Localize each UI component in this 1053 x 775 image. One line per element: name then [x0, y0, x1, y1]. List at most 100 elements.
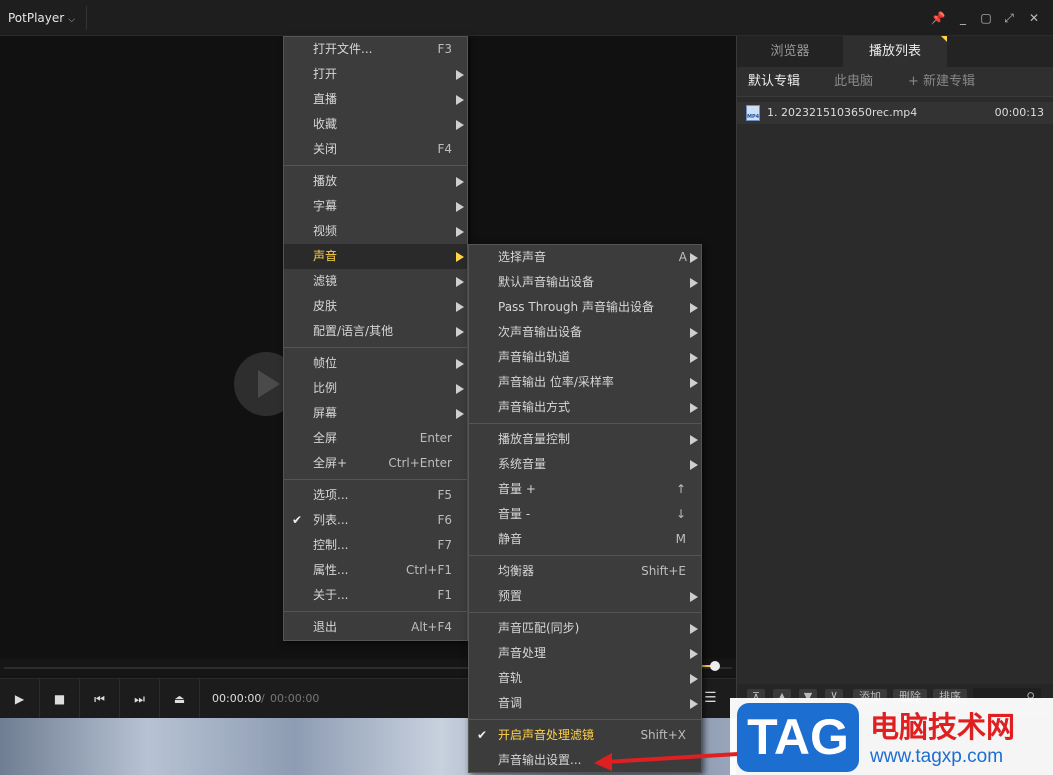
menu-item[interactable]: 视频: [284, 219, 467, 244]
menu-item-label: 打开文件...: [313, 42, 373, 56]
playlist-item-name: 1. 2023215103650rec.mp4: [767, 106, 918, 119]
menu-item[interactable]: 播放: [284, 169, 467, 194]
menu-item[interactable]: 退出 Alt+F4: [284, 615, 467, 640]
menu-item[interactable]: 滤镜: [284, 269, 467, 294]
sound-menu-item[interactable]: 音轨: [469, 666, 701, 691]
menu-item-shortcut: F7: [437, 538, 452, 552]
submenu-arrow-icon: [690, 353, 698, 363]
submenu-arrow-icon: [690, 460, 698, 470]
menu-item[interactable]: 配置/语言/其他: [284, 319, 467, 344]
submenu-arrow-icon: [456, 202, 464, 212]
submenu-arrow-icon: [690, 403, 698, 413]
menu-item-shortcut: F3: [437, 42, 452, 56]
pin-icon[interactable]: 📌: [930, 10, 946, 26]
menu-item[interactable]: 全屏+ Ctrl+Enter: [284, 451, 467, 476]
menu-item[interactable]: 比例: [284, 376, 467, 401]
sound-menu-item[interactable]: 声音输出轨道: [469, 345, 701, 370]
sound-menu-item[interactable]: 音量 - ↓: [469, 502, 701, 527]
menu-item[interactable]: 选项... F5: [284, 483, 467, 508]
tab-playlist-label: 播放列表: [868, 44, 921, 59]
sound-menu-item-shortcut: A: [678, 250, 687, 264]
menu-item[interactable]: 收藏: [284, 112, 467, 137]
watermark-title: 电脑技术网: [870, 710, 1016, 744]
sound-menu-item-label: 音量 +: [498, 482, 536, 496]
panel-tabs: 浏览器 播放列表: [737, 36, 1053, 67]
sound-menu-item[interactable]: 默认声音输出设备: [469, 270, 701, 295]
submenu-arrow-icon: [690, 328, 698, 338]
volume-slider-knob[interactable]: [710, 661, 720, 671]
eject-button[interactable]: ⏏: [160, 679, 200, 719]
sound-menu-item-label: 次声音输出设备: [498, 325, 583, 339]
new-album-button[interactable]: + 新建专辑: [908, 67, 975, 97]
menu-item[interactable]: 控制... F7: [284, 533, 467, 558]
next-button[interactable]: ⏭: [120, 679, 160, 719]
minimize-button[interactable]: _: [955, 10, 971, 26]
submenu-arrow-icon: [456, 252, 464, 262]
menu-item-shortcut: F4: [437, 142, 452, 156]
time-total: 00:00:00: [270, 692, 320, 705]
menu-item[interactable]: 直播: [284, 87, 467, 112]
menu-separator: [469, 423, 701, 424]
submenu-arrow-icon: [456, 120, 464, 130]
sound-menu-item[interactable]: 次声音输出设备: [469, 320, 701, 345]
sound-menu-item[interactable]: 静音 M: [469, 527, 701, 552]
time-separator: /: [261, 692, 265, 705]
menu-item[interactable]: 字幕: [284, 194, 467, 219]
sound-menu-item[interactable]: 声音输出方式: [469, 395, 701, 420]
tab-this-pc[interactable]: 此电脑: [834, 67, 873, 97]
sound-menu-item[interactable]: 声音匹配(同步): [469, 616, 701, 641]
menu-item[interactable]: 声音: [284, 244, 467, 269]
sound-menu-item[interactable]: 选择声音 A: [469, 245, 701, 270]
app-menu-button[interactable]: PotPlayer ⌵: [8, 11, 75, 25]
menu-item[interactable]: 打开文件... F3: [284, 37, 467, 62]
sound-menu-item[interactable]: 音量 + ↑: [469, 477, 701, 502]
sound-submenu: 选择声音 A 默认声音输出设备 Pass Through 声音输出设备 次声音输出设备声…: [468, 244, 702, 773]
menu-item[interactable]: 关于... F1: [284, 583, 467, 608]
fullscreen-button[interactable]: ⤢: [1001, 10, 1017, 26]
playlist-item-duration: 00:00:13: [994, 106, 1044, 119]
tab-browser[interactable]: 浏览器: [737, 36, 843, 67]
menu-item[interactable]: 属性... Ctrl+F1: [284, 558, 467, 583]
previous-button[interactable]: ⏮: [80, 679, 120, 719]
submenu-arrow-icon: [690, 278, 698, 288]
tab-playlist[interactable]: 播放列表: [843, 36, 947, 67]
menu-item-label: 比例: [313, 381, 338, 395]
menu-item[interactable]: 皮肤: [284, 294, 467, 319]
menu-item[interactable]: 关闭 F4: [284, 137, 467, 162]
menu-separator: [469, 612, 701, 613]
sound-menu-item[interactable]: 声音处理: [469, 641, 701, 666]
time-current: 00:00:00: [212, 692, 262, 705]
playlist-panel: 浏览器 播放列表 默认专辑 此电脑 + 新建专辑 MP4 1. 20232151…: [736, 36, 1053, 718]
submenu-arrow-icon: [690, 378, 698, 388]
menu-item[interactable]: 打开: [284, 62, 467, 87]
play-button[interactable]: ▶: [0, 679, 40, 719]
menu-item-label: 直播: [313, 92, 338, 106]
sound-menu-item[interactable]: 预置: [469, 584, 701, 609]
sound-menu-item-shortcut: Shift+E: [641, 564, 686, 578]
stop-button[interactable]: ■: [40, 679, 80, 719]
submenu-arrow-icon: [456, 177, 464, 187]
sound-menu-item[interactable]: 声音输出 位率/采样率: [469, 370, 701, 395]
playlist-item[interactable]: MP4 1. 2023215103650rec.mp4 00:00:13: [737, 102, 1053, 124]
sound-menu-item[interactable]: 系统音量: [469, 452, 701, 477]
submenu-arrow-icon: [456, 302, 464, 312]
sound-menu-item[interactable]: Pass Through 声音输出设备: [469, 295, 701, 320]
sound-menu-item-shortcut: M: [675, 532, 686, 546]
sound-menu-item[interactable]: 播放音量控制: [469, 427, 701, 452]
close-button[interactable]: ✕: [1026, 10, 1042, 26]
menu-item[interactable]: 屏幕: [284, 401, 467, 426]
menu-separator: [284, 479, 467, 480]
menu-item-label: 属性...: [313, 563, 349, 577]
sound-menu-item-label: 声音匹配(同步): [498, 621, 580, 635]
submenu-arrow-icon: [690, 674, 698, 684]
sound-menu-item-label: 选择声音: [498, 250, 547, 264]
maximize-button[interactable]: ▢: [978, 10, 994, 26]
menu-item[interactable]: ✔ 列表... F6: [284, 508, 467, 533]
menu-item[interactable]: 全屏 Enter: [284, 426, 467, 451]
tab-default-album[interactable]: 默认专辑: [748, 67, 800, 97]
menu-item[interactable]: 帧位: [284, 351, 467, 376]
menu-separator: [284, 347, 467, 348]
sound-menu-item[interactable]: 均衡器 Shift+E: [469, 559, 701, 584]
sound-menu-item-label: 播放音量控制: [498, 432, 571, 446]
menu-item-label: 配置/语言/其他: [313, 324, 394, 338]
